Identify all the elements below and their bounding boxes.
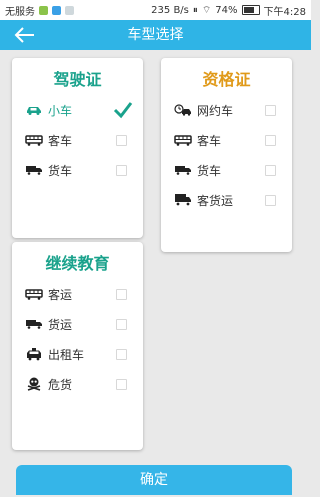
- checkbox[interactable]: [265, 164, 276, 176]
- checkbox[interactable]: [116, 318, 127, 330]
- education-item-label: 货运: [48, 317, 73, 332]
- qualification-item-label: 客车: [197, 133, 222, 148]
- education-item-label: 客运: [48, 287, 73, 302]
- qualification-item-truck[interactable]: 货车: [173, 158, 282, 182]
- page-title: 车型选择: [127, 27, 184, 43]
- bus-icon: [173, 133, 193, 147]
- license-item-truck[interactable]: 货车: [24, 158, 133, 182]
- education-item-label: 出租车: [48, 347, 85, 362]
- taxi-icon: [24, 347, 44, 361]
- checkbox[interactable]: [265, 104, 276, 116]
- qualification-item-label: 货车: [197, 163, 222, 178]
- checkbox[interactable]: [116, 164, 127, 176]
- sim-icon: [39, 5, 48, 15]
- network-speed: 235 B/s: [151, 4, 189, 16]
- back-button[interactable]: [10, 24, 40, 46]
- notification-icon: [52, 5, 61, 15]
- education-item-freight[interactable]: 货运: [24, 312, 133, 336]
- ride-hailing-car-icon: [173, 103, 193, 117]
- checkbox[interactable]: [116, 378, 127, 390]
- qualification-item-label: 客货运: [197, 193, 234, 208]
- skull-crossbones-icon: [24, 377, 44, 391]
- education-card: 继续教育 客运 货运 出租车 危货: [12, 242, 143, 450]
- checkbox[interactable]: [116, 348, 127, 360]
- qualification-card: 资格证 网约车 客车 货车 客货运: [161, 58, 292, 252]
- education-item-label: 危货: [48, 377, 73, 392]
- checkbox[interactable]: [116, 288, 127, 300]
- education-card-title: 继续教育: [45, 254, 110, 273]
- license-item-label: 客车: [48, 133, 73, 148]
- license-item-label: 货车: [48, 163, 73, 178]
- arrow-left-icon: [14, 27, 34, 43]
- vibrate-icon: ⏸: [192, 4, 198, 16]
- truck-icon: [24, 163, 44, 177]
- education-item-hazardous[interactable]: 危货: [24, 372, 133, 396]
- message-icon: [65, 5, 74, 15]
- truck-icon: [173, 163, 193, 177]
- app-bar: 车型选择: [0, 20, 311, 50]
- checkbox[interactable]: [265, 134, 276, 146]
- cargo-truck-icon: [173, 193, 193, 207]
- qualification-item-cargo[interactable]: 客货运: [173, 188, 282, 212]
- car-icon: [24, 103, 44, 117]
- status-bar: 无服务 235 B/s ⏸ ⌔ 74% 下午4:28: [0, 0, 311, 20]
- license-card: 驾驶证 小车 客车 货车: [12, 58, 143, 238]
- battery-percent: 74%: [215, 4, 238, 16]
- bus-icon: [24, 287, 44, 301]
- checkbox[interactable]: [116, 134, 127, 146]
- bus-icon: [24, 133, 44, 147]
- license-item-small-car[interactable]: 小车: [24, 98, 133, 122]
- license-item-bus[interactable]: 客车: [24, 128, 133, 152]
- license-card-title: 驾驶证: [53, 70, 102, 89]
- confirm-button[interactable]: 确定: [16, 465, 292, 495]
- qualification-item-label: 网约车: [197, 103, 234, 118]
- license-item-label: 小车: [48, 103, 73, 118]
- qualification-item-bus[interactable]: 客车: [173, 128, 282, 152]
- education-item-taxi[interactable]: 出租车: [24, 342, 133, 366]
- wifi-icon: ⌔: [201, 4, 212, 16]
- education-item-passenger[interactable]: 客运: [24, 282, 133, 306]
- carrier-label: 无服务: [5, 6, 35, 18]
- battery-icon: [241, 5, 260, 15]
- checkbox[interactable]: [265, 194, 276, 206]
- checkmark-icon: [113, 101, 133, 119]
- clock: 下午4:28: [263, 6, 306, 18]
- qualification-item-ride-hailing[interactable]: 网约车: [173, 98, 282, 122]
- truck-icon: [24, 317, 44, 331]
- qualification-card-title: 资格证: [202, 70, 251, 89]
